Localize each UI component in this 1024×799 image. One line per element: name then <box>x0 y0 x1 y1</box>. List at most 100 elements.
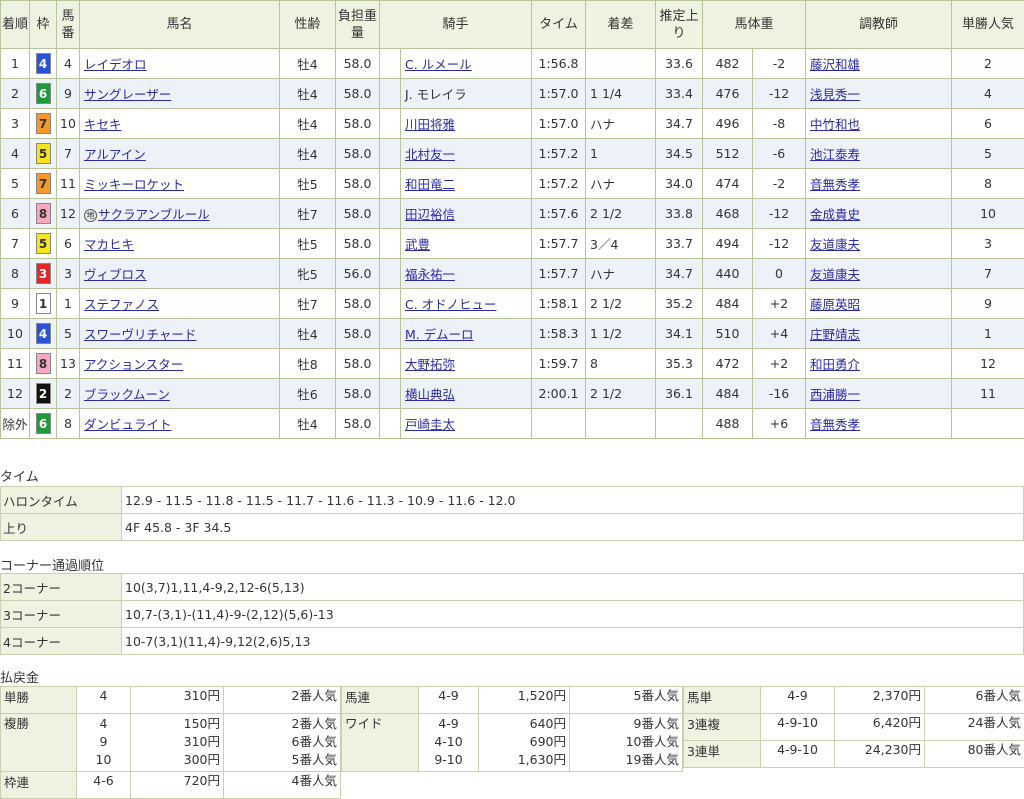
horse-link[interactable]: サングレーザー <box>84 87 171 102</box>
trainer-cell: 藤原英昭 <box>805 288 953 319</box>
trainer-link[interactable]: 音無秀孝 <box>810 417 860 432</box>
trainer-link[interactable]: 庄野靖志 <box>810 327 860 342</box>
horse-name-cell: ヴィブロス <box>79 258 280 289</box>
trainer-link[interactable]: 浅見秀一 <box>810 87 860 102</box>
trainer-link[interactable]: 藤沢和雄 <box>810 57 860 72</box>
margin-cell: 2 1/2 <box>585 288 657 319</box>
umatan-popularity: 6番人気 <box>975 688 1021 703</box>
jockey-cell: 戸崎圭太 <box>399 408 533 439</box>
trainer-link[interactable]: 西浦勝一 <box>810 387 860 402</box>
horse-link[interactable]: ダンビュライト <box>84 417 172 432</box>
corner-row: 2コーナー 10(3,7)1,11,4-9,2,12-6(5,13) <box>0 573 1024 601</box>
weight-cell: 58.0 <box>335 288 380 319</box>
trainer-link[interactable]: 中竹和也 <box>810 117 860 132</box>
margin-cell: ハナ <box>585 258 657 289</box>
horse-number-cell: 12 <box>56 198 80 229</box>
jockey-link[interactable]: 和田竜二 <box>405 177 455 192</box>
header-sexage: 性齢 <box>279 0 336 49</box>
jockey-mark-cell <box>379 348 401 379</box>
horse-number-cell: 10 <box>56 108 80 139</box>
weight-cell: 56.0 <box>335 258 380 289</box>
trainer-link[interactable]: 和田勇介 <box>810 357 860 372</box>
jockey-cell: 川田将雅 <box>399 108 533 139</box>
waku-cell: 2 <box>29 378 57 409</box>
trainer-link[interactable]: 池江泰寿 <box>810 147 860 162</box>
trainer-link[interactable]: 音無秀孝 <box>810 177 860 192</box>
jockey-link[interactable]: C. オドノヒュー <box>405 297 496 312</box>
trainer-cell: 池江泰寿 <box>805 138 953 169</box>
jockey-cell: 和田竜二 <box>399 168 533 199</box>
jockey-cell: C. オドノヒュー <box>399 288 533 319</box>
margin-cell: 8 <box>585 348 657 379</box>
last3f-cell: 33.4 <box>655 78 704 109</box>
jockey-name: J. モレイラ <box>405 87 467 102</box>
horse-number-cell: 13 <box>56 348 80 379</box>
result-row: 9 1 1 ステファノス 牡7 58.0 C. オドノヒュー 1:58.1 2 1/2 35.2 4… <box>0 288 1024 319</box>
horse-link[interactable]: サクラアンブルール <box>98 207 210 222</box>
fukusho-label: 複勝 <box>4 716 30 731</box>
jockey-link[interactable]: 田辺裕信 <box>405 207 455 222</box>
horse-name-cell: ステファノス <box>79 288 280 319</box>
jockey-link[interactable]: 北村友一 <box>405 147 455 162</box>
fukusho-num: 10 <box>95 752 112 767</box>
trainer-link[interactable]: 金成貴史 <box>810 207 860 222</box>
trainer-link[interactable]: 藤原英昭 <box>810 297 860 312</box>
jockey-link[interactable]: 川田将雅 <box>405 117 455 132</box>
horse-link[interactable]: マカヒキ <box>84 237 134 252</box>
time-cell: 1:58.3 <box>531 318 587 349</box>
weight-cell: 58.0 <box>335 138 380 169</box>
wakuren-label: 枠連 <box>0 771 77 799</box>
horse-number-cell: 11 <box>56 168 80 199</box>
header-jockey: 騎手 <box>378 0 533 49</box>
sexage-cell: 牡7 <box>279 198 336 229</box>
header-last3f: 推定上り <box>655 0 704 49</box>
result-row: 8 3 3 ヴィブロス 牝5 56.0 福永祐一 1:57.7 ハナ 34.7 440 0 友道康夫 7 <box>0 258 1024 289</box>
jockey-link[interactable]: 福永祐一 <box>405 267 455 282</box>
trainer-link[interactable]: 友道康夫 <box>810 267 860 282</box>
sexage-cell: 牡4 <box>279 138 336 169</box>
jockey-mark-cell <box>379 78 401 109</box>
trainer-cell: 友道康夫 <box>805 228 953 259</box>
horse-link[interactable]: アルアイン <box>84 147 146 162</box>
horse-link[interactable]: ブラックムーン <box>84 387 170 402</box>
agari-label: 上り <box>0 513 122 541</box>
wide-num: 9-10 <box>434 752 463 767</box>
bodyweight-cell: 484 <box>702 378 754 409</box>
horse-number-cell: 7 <box>56 138 80 169</box>
horse-link[interactable]: レイデオロ <box>84 57 147 72</box>
jockey-link[interactable]: 大野拓弥 <box>405 357 455 372</box>
rank-cell: 5 <box>0 168 30 199</box>
horse-link[interactable]: ステファノス <box>84 297 159 312</box>
jockey-link[interactable]: C. ルメール <box>405 57 472 72</box>
jockey-link[interactable]: 横山典弘 <box>405 387 455 402</box>
popularity-cell: 9 <box>951 288 1024 319</box>
horse-link[interactable]: アクションスター <box>84 357 183 372</box>
payout-table-exacta: 馬単 4-9 2,370円 6番人気 3連複 4-9-10 6,420円 24番… <box>683 686 1024 768</box>
jockey-link[interactable]: 武豊 <box>405 237 430 252</box>
horse-link[interactable]: ヴィブロス <box>84 267 147 282</box>
horse-link[interactable]: キセキ <box>84 117 122 132</box>
jockey-link[interactable]: 戸崎圭太 <box>405 417 455 432</box>
horse-link[interactable]: スワーヴリチャード <box>84 327 196 342</box>
results-table: 着順 枠 馬番 馬名 性齢 負担重量 騎手 タイム 着差 推定上り 馬体重 調教… <box>0 0 1024 439</box>
time-cell: 1:56.8 <box>531 48 587 79</box>
weight-cell: 58.0 <box>335 348 380 379</box>
horse-number-cell: 3 <box>56 258 80 289</box>
trainer-link[interactable]: 友道康夫 <box>810 237 860 252</box>
corner-label: 2コーナー <box>0 573 122 601</box>
rank-cell: 11 <box>0 348 30 379</box>
header-weight: 負担重量 <box>335 0 380 49</box>
wide-amount: 640円 <box>529 716 566 731</box>
last3f-cell <box>655 408 704 439</box>
weight-cell: 58.0 <box>335 198 380 229</box>
popularity-cell: 5 <box>951 138 1024 169</box>
jockey-link[interactable]: M. デムーロ <box>405 327 473 342</box>
bodyweight-diff-cell: -6 <box>752 138 807 169</box>
sexage-cell: 牡5 <box>279 228 336 259</box>
horse-link[interactable]: ミッキーロケット <box>84 177 184 192</box>
bodyweight-cell: 512 <box>702 138 754 169</box>
bodyweight-diff-cell: -12 <box>752 228 807 259</box>
time-table: ハロンタイム 12.9 - 11.5 - 11.8 - 11.5 - 11.7 … <box>0 486 1024 541</box>
bodyweight-cell: 476 <box>702 78 754 109</box>
sanrenpuku-label: 3連複 <box>683 713 761 741</box>
